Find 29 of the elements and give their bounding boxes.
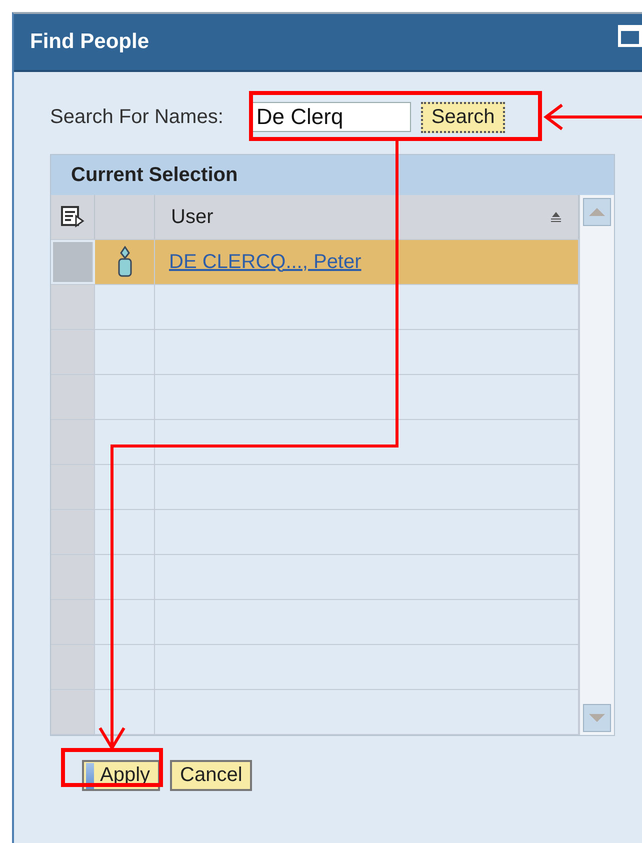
search-label: Search For Names:	[50, 106, 224, 128]
row-selector[interactable]	[51, 420, 95, 464]
scroll-up-button[interactable]	[583, 198, 611, 226]
sort-icon[interactable]	[550, 212, 562, 222]
down-arrow-icon	[589, 714, 605, 722]
row-selector[interactable]	[51, 285, 95, 329]
row-selector[interactable]	[51, 510, 95, 554]
person-icon	[116, 246, 132, 278]
scroll-down-button[interactable]	[583, 704, 611, 732]
user-link[interactable]: DE CLERCQ..., Peter	[169, 250, 362, 274]
column-settings[interactable]	[51, 195, 95, 239]
row-selector[interactable]	[51, 600, 95, 644]
table-row[interactable]: DE CLERCQ..., Peter	[51, 240, 579, 285]
window-title: Find People	[30, 30, 150, 54]
search-field[interactable]: De Clerq	[251, 102, 412, 132]
row-selector[interactable]	[51, 645, 95, 689]
row-selector[interactable]	[51, 330, 95, 374]
row-selector[interactable]	[51, 465, 95, 509]
table-settings-icon[interactable]	[60, 206, 84, 228]
maximize-icon[interactable]	[618, 25, 642, 47]
column-header[interactable]: User	[155, 195, 579, 239]
up-arrow-icon	[589, 208, 605, 216]
table-title: Current Selection	[51, 155, 614, 195]
row-selector[interactable]	[51, 690, 95, 734]
search-button[interactable]: Search	[421, 102, 505, 132]
row-selector[interactable]	[51, 555, 95, 599]
row-selector[interactable]	[51, 375, 95, 419]
scrollbar[interactable]	[579, 195, 614, 735]
cancel-button[interactable]: Cancel	[170, 760, 252, 791]
